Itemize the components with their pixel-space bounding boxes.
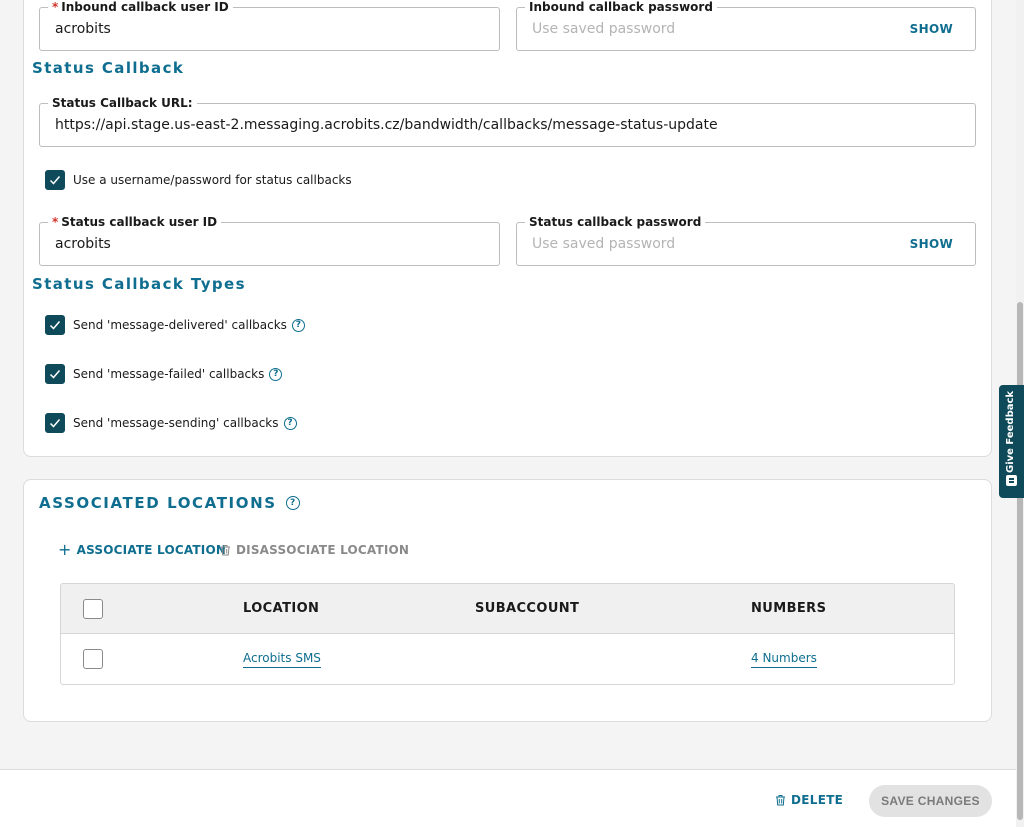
message-sending-label: Send 'message-sending' callbacks <box>73 416 279 430</box>
use-credentials-checkbox[interactable] <box>45 170 65 190</box>
checkmark-icon <box>49 419 61 428</box>
inbound-callback-password-label: Inbound callback password <box>525 0 717 14</box>
checkmark-icon <box>49 176 61 185</box>
select-all-checkbox[interactable] <box>83 599 103 619</box>
message-failed-checkbox[interactable] <box>45 364 65 384</box>
checkmark-icon <box>49 370 61 379</box>
row-select-checkbox[interactable] <box>83 649 103 669</box>
status-callback-password-placeholder: Use saved password <box>532 236 676 252</box>
question-circle-icon[interactable]: ? <box>285 496 300 510</box>
scrollbar-thumb[interactable] <box>1017 302 1023 820</box>
inbound-callback-password-placeholder: Use saved password <box>532 21 676 37</box>
give-feedback-label: Give Feedback <box>1005 390 1016 473</box>
inbound-callback-password-field[interactable]: Inbound callback password Use saved pass… <box>516 0 976 51</box>
numbers-link[interactable]: 4 Numbers <box>751 651 817 668</box>
inbound-password-show-button[interactable]: SHOW <box>910 22 953 36</box>
trash-icon <box>221 545 230 556</box>
status-callback-password-field[interactable]: Status callback password Use saved passw… <box>516 215 976 266</box>
table-header: LOCATION SUBACCOUNT NUMBERS <box>61 584 954 634</box>
status-password-show-button[interactable]: SHOW <box>910 237 953 251</box>
use-credentials-label: Use a username/password for status callb… <box>73 173 352 187</box>
plus-icon: + <box>58 540 72 559</box>
status-callback-types-title: Status Callback Types <box>32 275 246 293</box>
message-failed-checkbox-row[interactable]: Send 'message-failed' callbacks ? <box>45 364 283 384</box>
status-callback-user-id-label: * Status callback user ID <box>48 215 222 229</box>
associated-locations-title: ASSOCIATED LOCATIONS <box>39 494 277 512</box>
question-circle-icon[interactable]: ? <box>269 367 283 381</box>
inbound-callback-user-id-label: * Inbound callback user ID <box>48 0 233 14</box>
feedback-icon <box>1006 475 1017 486</box>
location-link[interactable]: Acrobits SMS <box>243 651 321 668</box>
associate-location-label: ASSOCIATE LOCATION <box>76 543 227 557</box>
message-sending-checkbox[interactable] <box>45 413 65 433</box>
checkmark-icon <box>49 321 61 330</box>
status-callback-url-value: https://api.stage.us-east-2.messaging.ac… <box>55 117 718 133</box>
column-header-numbers: NUMBERS <box>751 601 827 616</box>
status-callback-url-field[interactable]: Status Callback URL: https://api.stage.u… <box>39 96 976 147</box>
message-delivered-label: Send 'message-delivered' callbacks <box>73 318 287 332</box>
status-callback-password-label: Status callback password <box>525 215 706 229</box>
message-delivered-checkbox[interactable] <box>45 315 65 335</box>
use-credentials-checkbox-row[interactable]: Use a username/password for status callb… <box>45 170 352 190</box>
footer-bar: DELETE SAVE CHANGES <box>0 769 1016 827</box>
save-changes-button[interactable]: SAVE CHANGES <box>869 785 992 817</box>
disassociate-location-button[interactable]: DISASSOCIATE LOCATION <box>220 543 409 557</box>
inbound-callback-user-id-value: acrobits <box>55 21 111 37</box>
message-failed-label: Send 'message-failed' callbacks <box>73 367 265 381</box>
status-callback-user-id-value: acrobits <box>55 236 111 252</box>
question-circle-icon[interactable]: ? <box>283 416 297 430</box>
disassociate-location-label: DISASSOCIATE LOCATION <box>236 543 410 557</box>
status-callback-url-label: Status Callback URL: <box>48 96 197 110</box>
give-feedback-tab[interactable]: Give Feedback <box>999 385 1024 498</box>
locations-table: LOCATION SUBACCOUNT NUMBERS Acrobits SMS… <box>60 583 955 685</box>
associate-location-button[interactable]: + ASSOCIATE LOCATION <box>58 540 227 559</box>
message-delivered-checkbox-row[interactable]: Send 'message-delivered' callbacks ? <box>45 315 305 335</box>
column-header-location: LOCATION <box>243 601 320 616</box>
message-sending-checkbox-row[interactable]: Send 'message-sending' callbacks ? <box>45 413 297 433</box>
question-circle-icon[interactable]: ? <box>291 318 305 332</box>
trash-icon <box>776 795 785 806</box>
column-header-subaccount: SUBACCOUNT <box>475 601 580 616</box>
table-row: Acrobits SMS 4 Numbers <box>61 635 954 684</box>
status-callback-user-id-field[interactable]: * Status callback user ID acrobits <box>39 215 500 266</box>
delete-label: DELETE <box>791 793 844 807</box>
status-callback-title: Status Callback <box>32 59 185 77</box>
inbound-callback-user-id-field[interactable]: * Inbound callback user ID acrobits <box>39 0 500 51</box>
associated-locations-header: ASSOCIATED LOCATIONS ? <box>39 494 300 512</box>
delete-button[interactable]: DELETE <box>775 793 843 807</box>
